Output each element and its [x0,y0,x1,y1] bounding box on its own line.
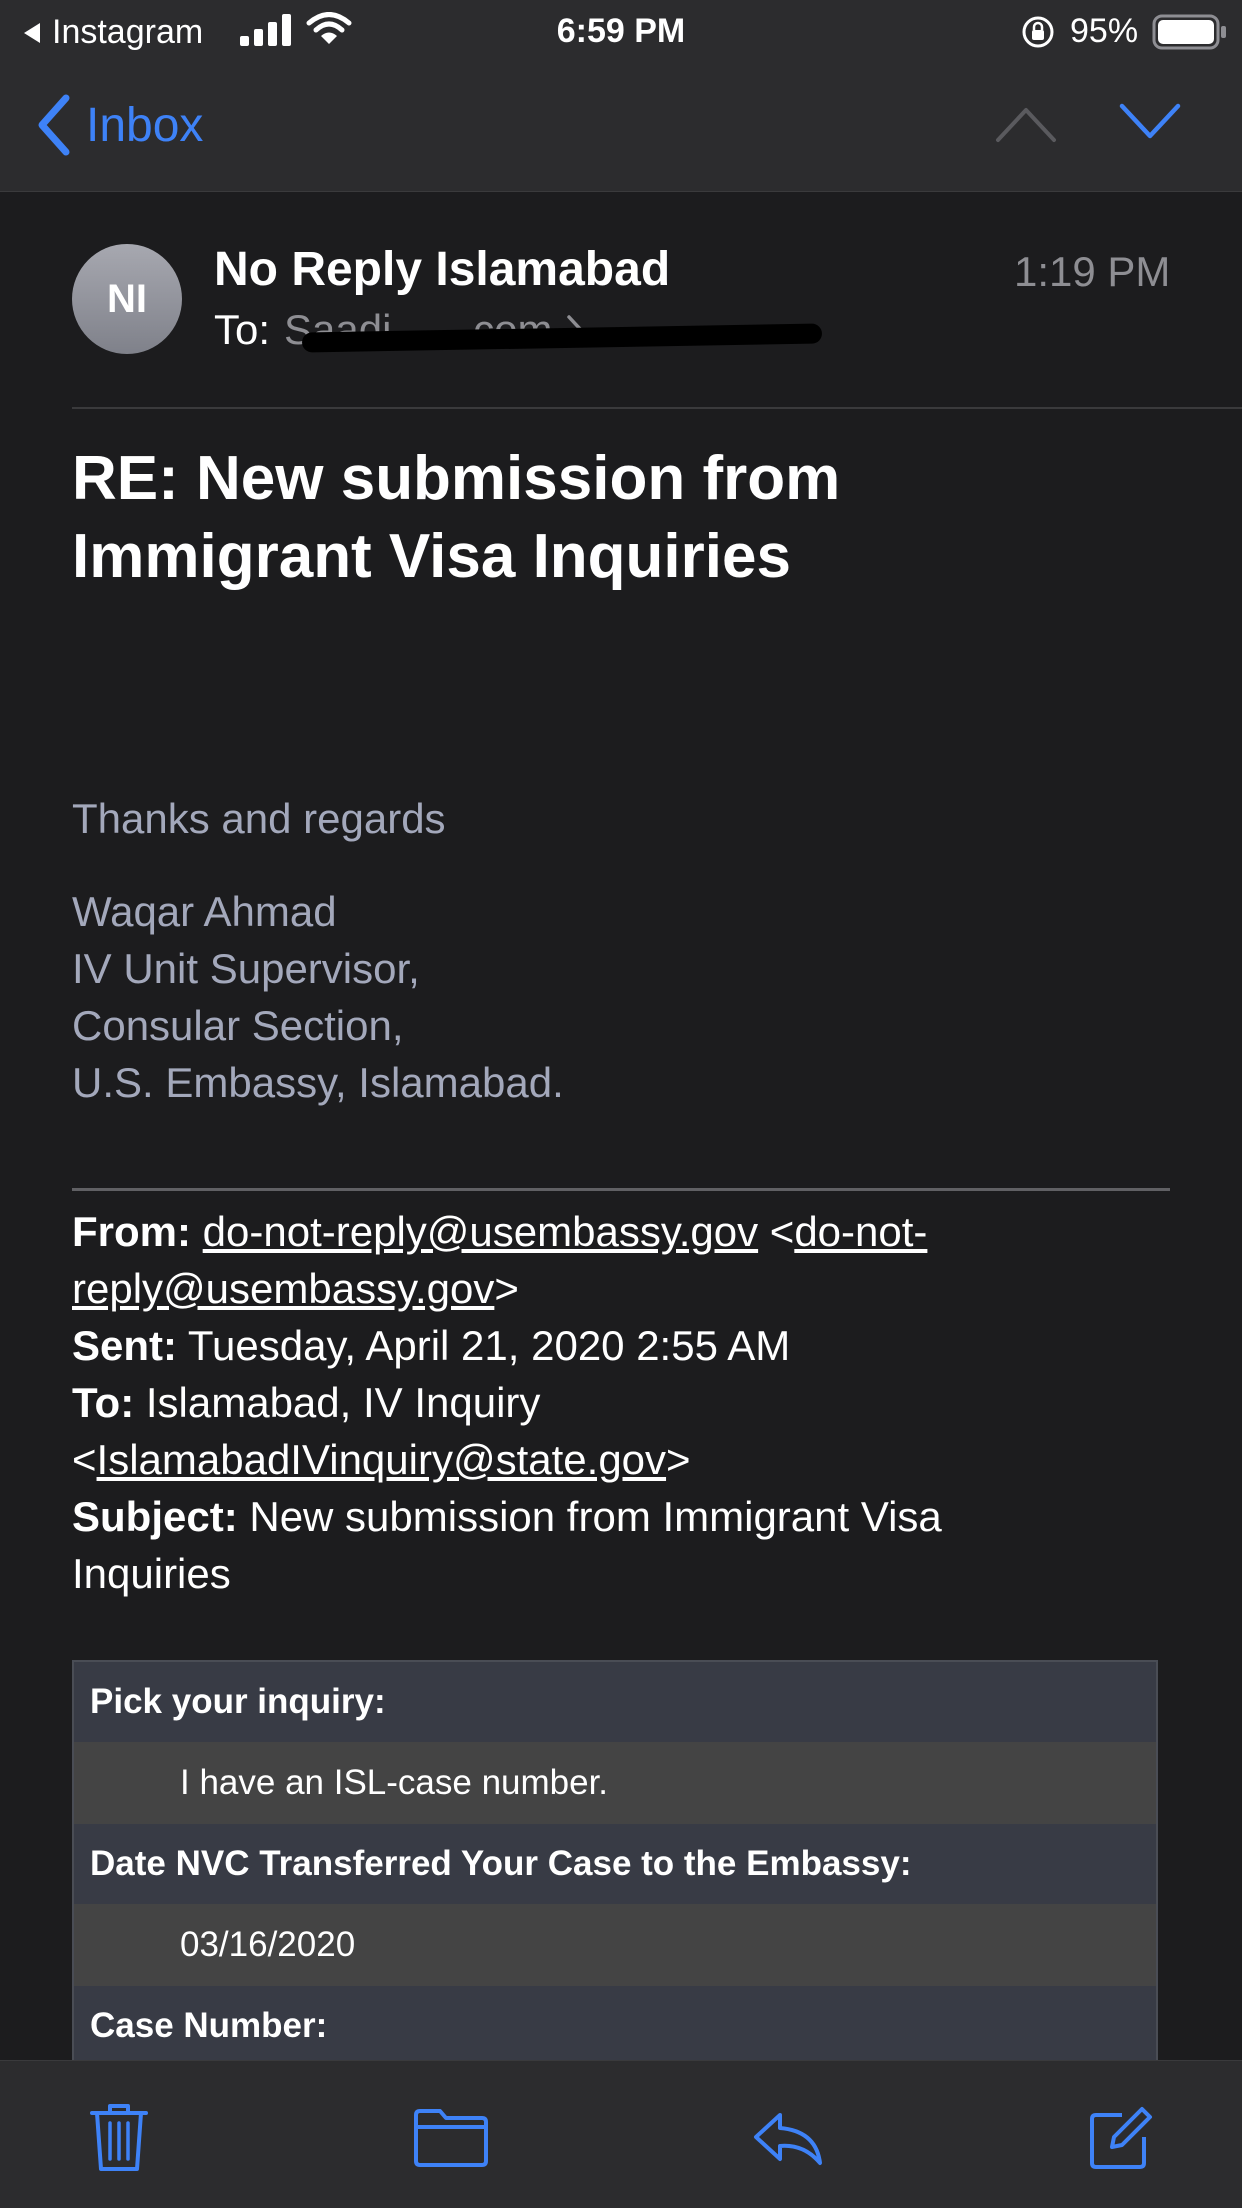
signature-section: Consular Section, [72,1002,404,1049]
signature-name: Waqar Ahmad [72,888,337,935]
submission-form-table: Pick your inquiry: I have an ISL-case nu… [72,1660,1158,2060]
nav-bar: Inbox [0,62,1242,192]
folder-icon[interactable] [412,2107,490,2169]
battery-percent: 95% [1070,12,1139,50]
quote-divider [72,1188,1170,1191]
subject-title: RE: New submission from Immigrant Visa I… [72,444,841,591]
signature-org: U.S. Embassy, Islamabad. [72,1059,564,1106]
form-label-nvc-date: Date NVC Transferred Your Case to the Em… [74,1824,1156,1904]
bottom-toolbar [0,2060,1242,2208]
quoted-subject-line: Subject: New submission from Immigrant V… [72,1493,942,1540]
battery-icon [1152,14,1226,50]
closing-line: Thanks and regards [72,795,446,842]
inbox-back-button[interactable]: Inbox [36,94,203,156]
to-label: To: [214,306,271,353]
previous-message-chevron-up-icon[interactable] [994,104,1058,144]
from-email-link-2[interactable]: do-not- [794,1208,927,1255]
message-time: 1:19 PM [1014,248,1171,295]
quoted-header: From: do-not-reply@usembassy.gov <do-not… [72,1203,1172,1602]
form-value-nvc-date: 03/16/2020 [74,1904,1156,1986]
header-divider [72,407,1242,409]
top-bar: Instagram 6:59 PM 95% Inbox [0,0,1242,192]
form-label-inquiry: Pick your inquiry: [74,1662,1156,1742]
orientation-lock-icon [1022,16,1054,48]
sender-avatar[interactable]: NI [72,244,182,354]
to-email-link[interactable]: IslamabadIVinquiry@state.gov [97,1436,667,1483]
quoted-sent-line: Sent: Tuesday, April 21, 2020 2:55 AM [72,1322,791,1369]
from-email-link[interactable]: do-not-reply@usembassy.gov [203,1208,758,1255]
trash-icon[interactable] [88,2101,150,2173]
compose-icon[interactable] [1086,2105,1154,2173]
sender-name[interactable]: No Reply Islamabad [214,242,670,297]
chevron-left-icon [38,94,70,156]
quoted-to-line: To: Islamabad, IV Inquiry [72,1379,541,1426]
recipient-row[interactable]: To: Saadi... ...com [214,306,823,354]
recipient-address: Saadi... ...com [284,306,823,354]
form-label-case-number: Case Number: [74,1986,1156,2060]
form-value-inquiry: I have an ISL-case number. [74,1742,1156,1824]
from-email-link-2-cont[interactable]: reply@usembassy.gov [72,1265,494,1312]
reply-icon[interactable] [752,2111,824,2167]
inbox-label: Inbox [86,98,204,152]
message-header: NI No Reply Islamabad To: Saadi... ...co… [0,192,1242,408]
next-message-chevron-down-icon[interactable] [1118,102,1182,142]
signature-title: IV Unit Supervisor, [72,945,420,992]
status-bar: Instagram 6:59 PM 95% [0,0,1242,62]
quoted-from-line: From: do-not-reply@usembassy.gov <do-not… [72,1208,928,1255]
signature-block: Thanks and regards Waqar Ahmad IV Unit S… [72,790,564,1111]
